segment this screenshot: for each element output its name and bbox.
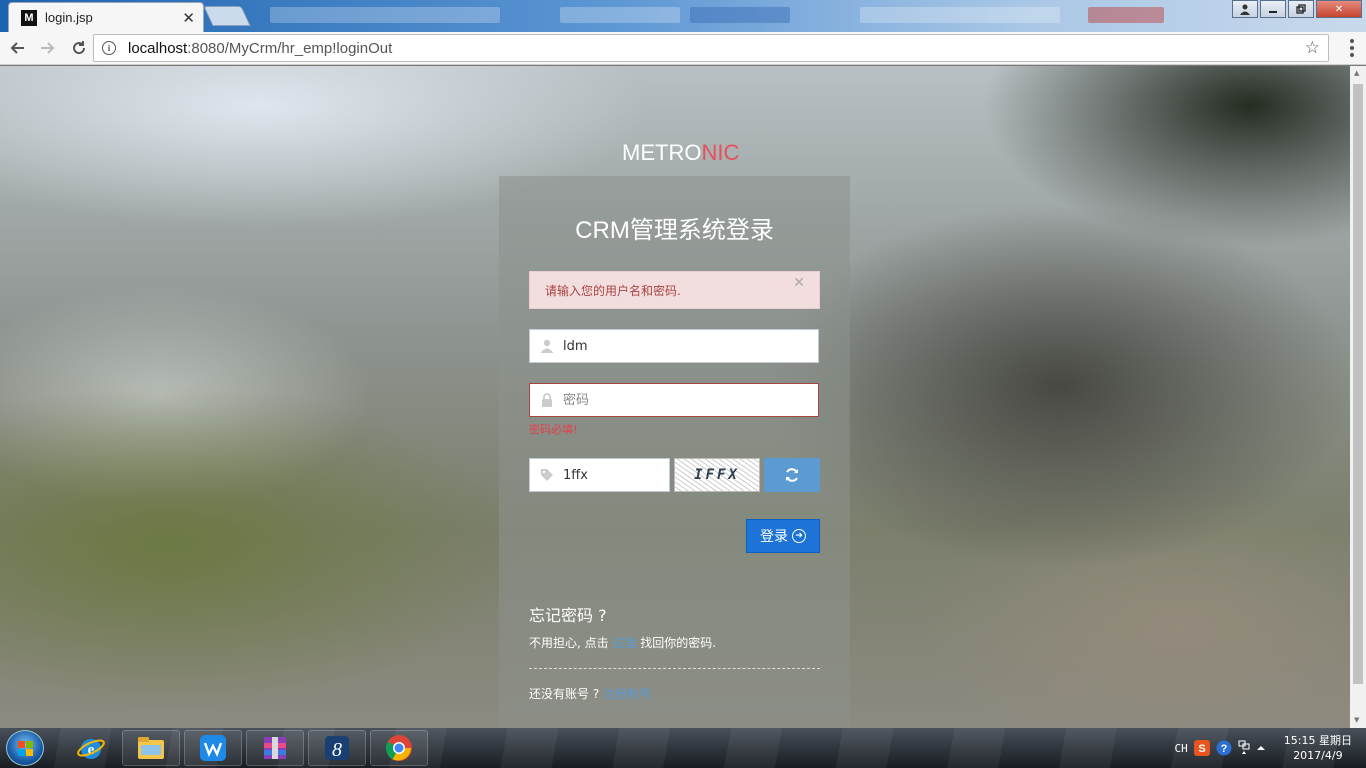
wps-taskbar-icon[interactable] [184,730,242,766]
login-button-label: 登录 [760,529,788,545]
forget-text-after: 找回你的密码. [636,636,717,650]
register-text: 还没有账号 ? 注册账号 [529,685,651,702]
user-icon[interactable] [1232,0,1258,18]
reload-icon [73,41,86,55]
network-icon[interactable] [1238,740,1250,756]
window-controls: ✕ [1230,0,1362,18]
eclipse-taskbar-icon[interactable]: 8 [308,730,366,766]
windows-taskbar: e 8 CH S ? 15:15 星期日 2017/4/9 [0,728,1366,768]
username-field-wrap [529,329,819,363]
close-window-button[interactable]: ✕ [1316,0,1362,18]
browser-menu-icon[interactable] [1350,39,1354,57]
arrow-circle-right-icon: ➜ [792,529,806,543]
lock-icon [542,393,552,407]
input-language[interactable]: CH [1175,742,1188,755]
url-host: localhost [128,39,188,57]
logo-part2: NIC [701,140,740,165]
back-button[interactable] [3,34,31,62]
taskbar-blur-region [860,7,1060,23]
login-panel: CRM管理系统登录 请输入您的用户名和密码. ✕ 密码必填! IFFX 登录 ➜ [499,176,850,728]
taskbar-blur-region [1088,7,1164,23]
restore-button[interactable] [1288,0,1314,18]
captcha-image-text: IFFX [694,467,740,483]
page-scrollbar[interactable]: ▲ ▼ [1350,66,1366,728]
show-hidden-icons-icon[interactable] [1256,743,1266,753]
scroll-up-icon[interactable]: ▲ [1354,69,1359,77]
minimize-button[interactable] [1260,0,1286,18]
winrar-taskbar-icon[interactable] [246,730,304,766]
browser-tab-active[interactable]: M login.jsp ✕ [8,2,204,32]
register-prompt: 还没有账号 ? [529,687,603,701]
url-text[interactable]: localhost:8080/MyCrm/hr_emp!loginOut [128,40,1305,57]
refresh-captcha-button[interactable] [764,458,820,492]
tab-favicon-icon: M [21,9,37,26]
explorer-taskbar-icon[interactable] [122,730,180,766]
forget-password-text: 不用担心, 点击 这里 找回你的密码. [529,634,716,651]
tag-icon [541,469,553,481]
clock-time: 15:15 星期日 [1283,734,1352,747]
forget-text-before: 不用担心, 点击 [529,636,613,650]
url-path: :8080/MyCrm/hr_emp!loginOut [187,39,393,57]
logo-part1: METRO [622,140,702,165]
system-tray: CH S ? 15:15 星期日 2017/4/9 [1175,728,1366,768]
username-input[interactable] [563,330,813,362]
help-icon[interactable]: ? [1216,740,1232,756]
login-page: METRONIC CRM管理系统登录 请输入您的用户名和密码. ✕ 密码必填! … [0,66,1350,728]
refresh-icon [786,468,798,482]
forward-button[interactable] [34,34,62,62]
ie-taskbar-icon[interactable]: e [62,730,120,766]
login-button[interactable]: 登录 ➜ [746,519,820,553]
svg-text:8: 8 [332,739,342,761]
taskbar-blur-region [690,7,790,23]
taskbar-blur-region [270,7,500,23]
password-field-wrap [529,383,819,417]
captcha-field-wrap [529,458,670,492]
clock-date: 2017/4/9 [1293,749,1343,762]
password-error-text: 密码必填! [529,423,578,436]
scroll-thumb[interactable] [1353,84,1363,684]
alert-close-icon[interactable]: ✕ [793,275,805,291]
forward-arrow-icon [41,42,55,54]
captcha-image[interactable]: IFFX [674,458,760,492]
alert-text: 请输入您的用户名和密码. [545,283,681,298]
scroll-down-icon[interactable]: ▼ [1354,716,1359,724]
info-icon[interactable]: i [102,41,116,55]
captcha-input[interactable] [563,459,663,491]
windows-logo-icon [18,741,34,757]
browser-toolbar: i localhost:8080/MyCrm/hr_emp!loginOut ☆ [0,32,1366,65]
alert-message: 请输入您的用户名和密码. ✕ [529,271,820,309]
user-icon [540,339,554,353]
register-link[interactable]: 注册账号 [603,687,651,701]
divider [529,668,820,669]
password-input[interactable] [563,384,813,416]
start-button[interactable] [6,730,44,766]
chrome-taskbar-icon[interactable] [370,730,428,766]
sogou-ime-icon[interactable]: S [1193,740,1210,756]
new-tab-button[interactable] [203,6,251,26]
forget-password-link[interactable]: 这里 [612,636,636,650]
svg-text:?: ? [1220,743,1227,755]
svg-text:S: S [1198,743,1205,755]
logo: METRONIC [622,140,739,166]
browser-tab-bar: M login.jsp ✕ ✕ [0,0,1366,32]
tab-title: login.jsp [45,10,93,25]
back-arrow-icon [10,42,24,54]
taskbar-clock[interactable]: 15:15 星期日 2017/4/9 [1284,733,1352,763]
tab-close-icon[interactable]: ✕ [182,9,195,27]
forget-password-title: 忘记密码 ? [529,606,607,625]
bookmark-star-icon[interactable]: ☆ [1305,38,1320,58]
address-bar[interactable]: i localhost:8080/MyCrm/hr_emp!loginOut ☆ [93,34,1329,62]
reload-button[interactable] [65,34,93,62]
form-title: CRM管理系统登录 [575,217,774,244]
taskbar-blur-region [560,7,680,23]
